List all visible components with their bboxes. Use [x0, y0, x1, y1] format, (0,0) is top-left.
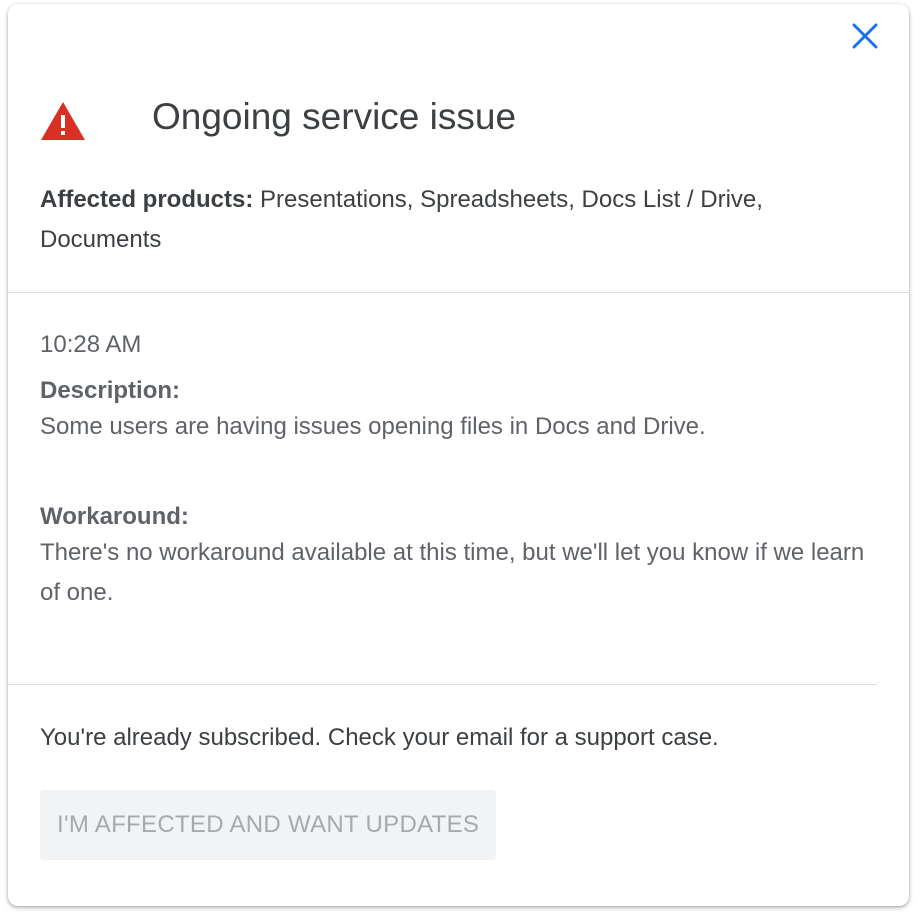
close-button[interactable] — [849, 20, 881, 52]
divider — [8, 292, 909, 293]
workaround-text: There's no workaround available at this … — [40, 539, 865, 606]
dialog-title: Ongoing service issue — [152, 96, 517, 137]
subscription-status: You're already subscribed. Check your em… — [40, 724, 719, 751]
divider — [8, 684, 877, 685]
want-updates-button[interactable]: I'M AFFECTED AND WANT UPDATES — [40, 790, 497, 860]
description-text: Some users are having issues opening fil… — [40, 413, 706, 440]
affected-products: Affected products: Presentations, Spread… — [40, 180, 860, 260]
warning-triangle-icon — [41, 102, 85, 140]
update-time: 10:28 AM — [40, 331, 142, 358]
affected-products-label: Affected products: — [40, 186, 254, 213]
status-update: 10:28 AM Description: Some users are hav… — [40, 329, 880, 613]
service-issue-dialog: Ongoing service issue Affected products:… — [8, 4, 909, 906]
description-label: Description: — [40, 377, 181, 404]
workaround-label: Workaround: — [40, 503, 189, 530]
close-icon — [852, 23, 878, 49]
